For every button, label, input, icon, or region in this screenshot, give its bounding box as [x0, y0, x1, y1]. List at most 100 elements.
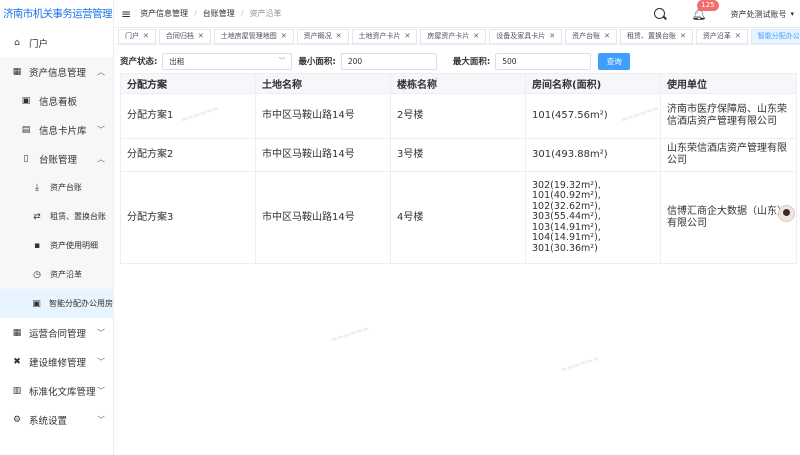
sidebar-item-label: 资产台账	[50, 183, 82, 192]
sidebar-item-label: 信息看板	[39, 96, 78, 108]
rooms-cell: 101(457.56m²)	[525, 93, 661, 139]
chevron-down-icon: ﹀	[97, 125, 105, 134]
sidebar-item-lease-ledger[interactable]: ⇄ 租赁、置换台账	[0, 202, 113, 231]
max-area-input[interactable]: 500	[495, 52, 592, 70]
sidebar-item-usage-detail[interactable]: ▪ 资产使用明细	[0, 231, 113, 260]
sidebar-item-contract[interactable]: ▦ 运营合同管理 ﹀	[0, 318, 113, 347]
sidebar-item-library[interactable]: ▥ 标准化文库管理 ﹀	[0, 376, 113, 405]
building-cell: 3号楼	[390, 138, 526, 172]
close-icon[interactable]: ✕	[473, 32, 479, 40]
table-header-row: 分配方案 土地名称 楼栋名称 房间名称(面积) 使用单位	[120, 73, 797, 94]
close-icon[interactable]: ✕	[143, 32, 149, 40]
column-header: 土地名称	[255, 73, 391, 94]
breadcrumb-item[interactable]: 资产信息管理	[140, 8, 188, 19]
sidebar-item-label: 信息卡片库	[39, 125, 87, 137]
download-icon: ⤓	[35, 182, 39, 193]
scheme-cell: 分配方案1	[120, 93, 256, 139]
tab-asset-history[interactable]: 资产沿革 ✕	[695, 28, 748, 44]
header-actions: 🔔︎ 125 资产处测试账号 ▾	[653, 0, 794, 28]
home-icon: ⌂	[14, 37, 20, 48]
table-row: 分配方案1 市中区马鞍山路14号 2号楼 101(457.56m²) 济南市医疗…	[120, 93, 797, 139]
column-header: 房间名称(面积)	[525, 73, 661, 94]
close-icon[interactable]: ✕	[336, 32, 342, 40]
hamburger-icon[interactable]: ≡	[121, 7, 131, 21]
tab-label: 设备及家具卡片	[496, 32, 546, 40]
sidebar-item-dashboard[interactable]: ▣ 信息看板	[0, 86, 113, 115]
tab-contract-archive[interactable]: 合同归档 ✕	[158, 28, 211, 44]
tab-label: 合同归档	[165, 32, 194, 40]
close-icon[interactable]: ✕	[198, 32, 204, 40]
search-icon[interactable]	[653, 7, 667, 21]
watermark: ▬▬▬▬▬▬	[559, 354, 600, 374]
card-icon: ▤	[21, 124, 31, 135]
sidebar-item-asset-history[interactable]: ◷ 资产沿革	[0, 260, 113, 289]
sidebar-item-label: 门户	[29, 38, 49, 50]
close-icon[interactable]: ✕	[735, 32, 741, 40]
tab-smart-allocation[interactable]: 智能分配办公用房✕	[750, 28, 800, 44]
sidebar-item-asset-info[interactable]: ▦ 资产信息管理 ︿	[0, 57, 113, 86]
close-icon[interactable]: ✕	[549, 32, 555, 40]
close-icon[interactable]: ✕	[680, 32, 686, 40]
tab-lease-ledger[interactable]: 租赁、置换台账 ✕	[620, 28, 693, 44]
tab-equipment-card[interactable]: 设备及家具卡片 ✕	[489, 28, 563, 44]
chevron-down-icon[interactable]: ▾	[790, 10, 794, 18]
unit-cell: 山东荣信酒店资产管理有限公司	[660, 138, 797, 172]
tab-label: 房屋资产卡片	[427, 32, 470, 40]
bell-icon[interactable]: 🔔︎ 125	[691, 0, 719, 21]
allocate-icon: ▣	[32, 298, 41, 309]
notification-badge: 125	[697, 0, 719, 11]
breadcrumb: 资产信息管理 / 台账管理 / 资产沿革	[140, 8, 281, 19]
chevron-down-icon: ﹀	[278, 57, 286, 65]
building-cell: 2号楼	[390, 93, 526, 139]
header: ≡ 资产信息管理 / 台账管理 / 资产沿革 🔔︎ 125 资产处测试账号 ▾	[114, 0, 800, 28]
watermark: ▬▬▬▬▬▬	[329, 324, 370, 344]
breadcrumb-item: 资产沿革	[249, 9, 282, 18]
chevron-down-icon: ﹀	[97, 386, 105, 395]
library-icon: ▥	[12, 385, 22, 396]
sidebar-item-ledger[interactable]: ▯ 台账管理 ︿	[0, 144, 113, 173]
sidebar-item-label: 建设维修管理	[29, 357, 87, 369]
sidebar-item-smart-allocation[interactable]: ▣ 智能分配办公用房	[0, 289, 113, 318]
sidebar-item-label: 智能分配办公用房	[49, 299, 113, 308]
status-select[interactable]: 出租 ﹀	[162, 52, 293, 70]
close-icon[interactable]: ✕	[405, 32, 411, 40]
tabs-bar: 门户 ✕ 合同归档 ✕ 土地房屋管理地图 ✕ 资产概况 ✕ 土地资产卡片 ✕ 房屋资产卡片…	[114, 28, 800, 45]
table-row: 分配方案3 市中区马鞍山路14号 4号楼 302(19.32m²), 101(4…	[120, 171, 797, 264]
land-cell: 市中区马鞍山路14号	[255, 93, 391, 139]
sidebar-item-settings[interactable]: ⚙ 系统设置 ﹀	[0, 405, 113, 434]
tab-portal[interactable]: 门户 ✕	[118, 28, 156, 44]
assistant-avatar[interactable]	[778, 205, 795, 222]
wrench-icon: ✖	[13, 356, 21, 367]
tab-land-card[interactable]: 土地资产卡片 ✕	[351, 28, 418, 44]
chevron-down-icon: ﹀	[97, 357, 105, 366]
sidebar-item-label: 系统设置	[29, 415, 68, 427]
room-entry: 301(493.88m²)	[532, 149, 608, 160]
sidebar-item-label: 标准化文库管理	[29, 386, 96, 398]
rooms-cell: 301(493.88m²)	[525, 138, 661, 172]
room-entry: 101(457.56m²)	[532, 110, 608, 121]
allocation-table: 分配方案 土地名称 楼栋名称 房间名称(面积) 使用单位 分配方案1 市中区马鞍…	[120, 73, 797, 264]
sidebar-item-portal[interactable]: ⌂ 门户	[0, 28, 113, 57]
close-icon[interactable]: ✕	[604, 32, 610, 40]
tab-asset-overview[interactable]: 资产概况 ✕	[296, 28, 349, 44]
history-icon: ◷	[33, 269, 41, 280]
breadcrumb-item[interactable]: 台账管理	[203, 8, 235, 19]
user-menu[interactable]: 资产处测试账号	[730, 9, 786, 20]
min-area-input[interactable]: 200	[340, 52, 437, 70]
sidebar-item-label: 资产使用明细	[50, 241, 98, 250]
tab-asset-ledger[interactable]: 资产台账 ✕	[565, 28, 617, 44]
tab-house-card[interactable]: 房屋资产卡片 ✕	[420, 28, 487, 44]
tab-label: 租赁、置换台账	[627, 32, 676, 40]
sidebar-item-asset-ledger[interactable]: ⤓ 资产台账	[0, 173, 113, 202]
unit-cell: 济南市医疗保障局、山东荣信酒店资产管理有限公司	[660, 93, 797, 139]
tab-land-map[interactable]: 土地房屋管理地图 ✕	[213, 28, 294, 44]
building-cell: 4号楼	[390, 171, 526, 264]
status-label: 资产状态:	[120, 57, 158, 67]
query-button[interactable]: 查询	[598, 52, 631, 70]
sidebar-item-card-library[interactable]: ▤ 信息卡片库 ﹀	[0, 115, 113, 144]
column-header: 使用单位	[660, 73, 797, 94]
swap-icon: ⇄	[33, 211, 41, 222]
close-icon[interactable]: ✕	[281, 32, 287, 40]
breadcrumb-separator: /	[194, 9, 197, 18]
sidebar-item-construction[interactable]: ✖ 建设维修管理 ﹀	[0, 347, 113, 376]
